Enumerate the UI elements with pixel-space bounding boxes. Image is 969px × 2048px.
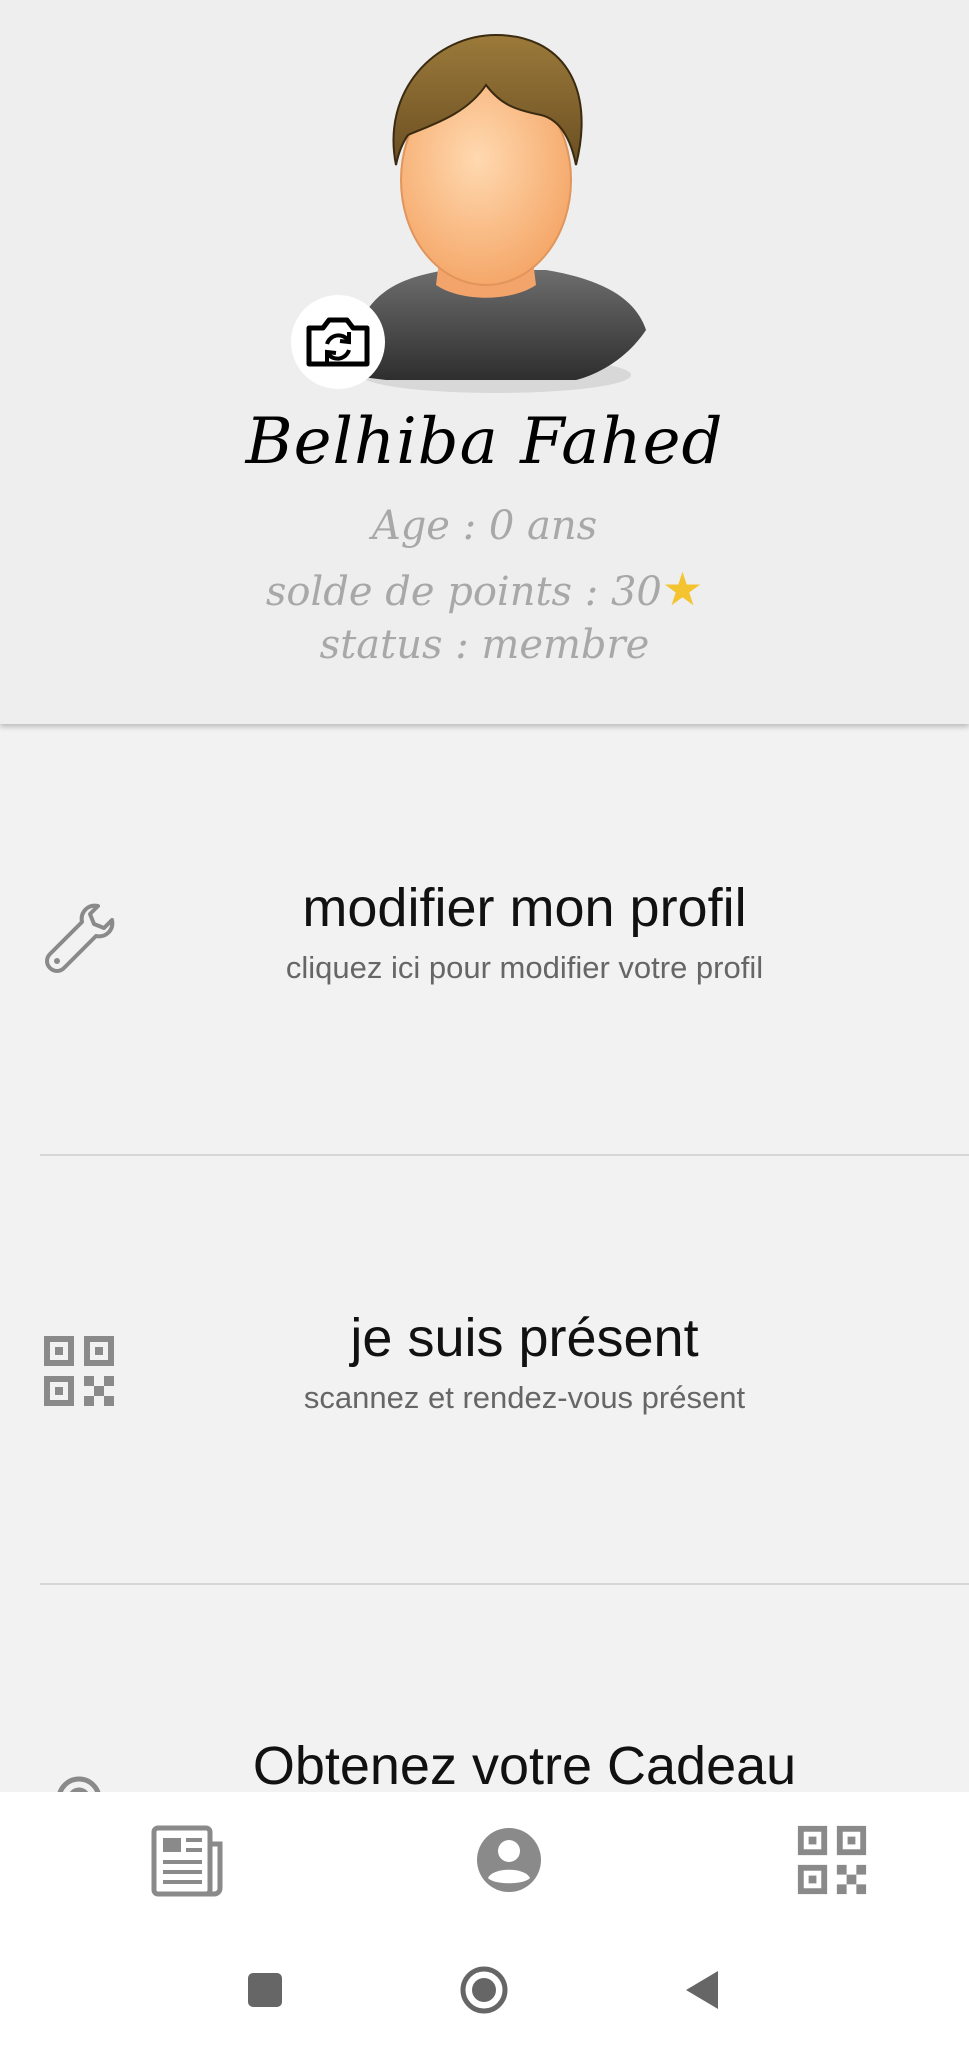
menu-title: je suis présent [350, 1308, 699, 1368]
account-icon[interactable] [471, 1822, 547, 1898]
wrench-icon [45, 903, 115, 973]
menu-text: je suis présent scannez et rendez-vous p… [150, 1306, 899, 1420]
member-status: status : membre [319, 622, 650, 668]
recents-icon[interactable] [240, 1965, 290, 2015]
back-icon[interactable] [678, 1965, 728, 2015]
menu-subtitle: cliquez ici pour modifier votre profil [285, 950, 764, 985]
menu-text: modifier mon profil cliquez ici pour mod… [150, 876, 899, 990]
news-icon[interactable] [150, 1822, 226, 1898]
home-icon[interactable] [459, 1965, 509, 2015]
menu-text: Obtenez votre Cadeau [150, 1734, 899, 1798]
system-navigation-bar [0, 1927, 969, 2048]
profile-header: Belhiba Fahed Age : 0 ans solde de point… [0, 0, 969, 724]
user-name: Belhiba Fahed [245, 405, 724, 479]
app-screen: Belhiba Fahed Age : 0 ans solde de point… [0, 0, 969, 2048]
points-balance: solde de points : 30★ [0, 562, 969, 616]
star-icon: ★ [661, 562, 704, 616]
user-age: Age : 0 ans [371, 503, 598, 549]
menu-title: modifier mon profil [302, 878, 747, 938]
menu-item-edit-profile[interactable]: modifier mon profil cliquez ici pour mod… [0, 724, 969, 1154]
menu-item-attendance[interactable]: je suis présent scannez et rendez-vous p… [0, 1156, 969, 1583]
change-photo-button[interactable] [291, 295, 385, 389]
menu-title: Obtenez votre Cadeau [252, 1736, 797, 1796]
qr-code-icon[interactable] [794, 1822, 870, 1898]
points-text: solde de points : 30 [265, 569, 662, 615]
camera-switch-icon [306, 317, 370, 367]
bottom-navigation [0, 1792, 969, 1927]
qr-code-icon [44, 1336, 114, 1406]
menu-subtitle: scannez et rendez-vous présent [303, 1380, 746, 1415]
